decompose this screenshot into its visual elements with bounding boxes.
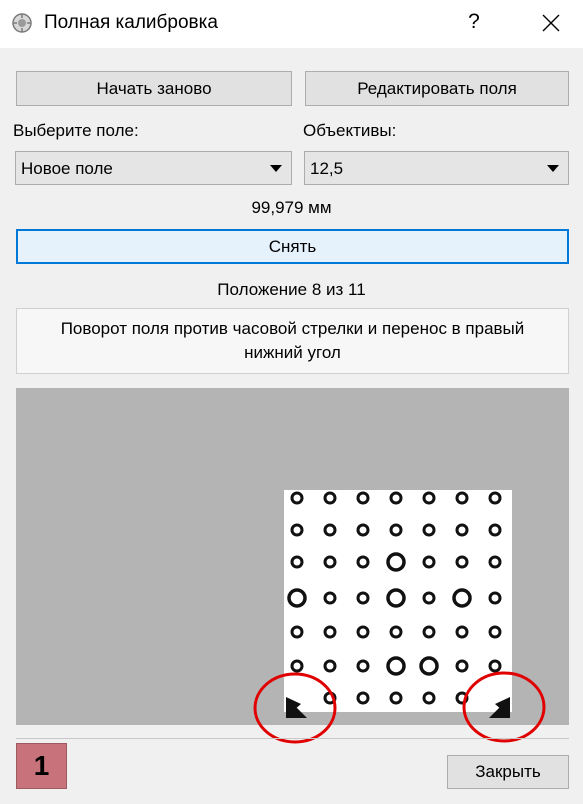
capture-button[interactable]: Снять [16,229,569,264]
instruction-text: Поворот поля против часовой стрелки и пе… [16,308,569,374]
help-button[interactable]: ? [462,10,486,34]
preview-canvas [284,490,512,718]
close-button[interactable]: Закрыть [447,755,569,789]
close-icon[interactable] [537,9,565,37]
field-select[interactable]: Новое поле [15,151,292,185]
restart-button[interactable]: Начать заново [16,71,292,106]
measurement-value: 99,979 мм [251,198,332,217]
camera-preview [16,388,569,725]
lens-select-value: 12,5 [310,159,344,178]
lens-select-label: Объективы: [303,121,397,140]
calibration-app-icon [12,13,32,33]
chevron-down-icon [547,165,559,172]
window-title: Полная калибровка [44,12,218,33]
field-select-label: Выберите поле: [13,121,139,140]
divider [16,738,569,739]
position-text: Положение 8 из 11 [217,280,366,299]
chevron-down-icon [270,165,282,172]
lens-select[interactable]: 12,5 [304,151,569,185]
title-bar: Полная калибровка ? [0,0,583,48]
field-select-value: Новое поле [21,159,113,178]
step-badge: 1 [16,743,67,789]
edit-fields-button[interactable]: Редактировать поля [305,71,569,106]
calibration-target [284,490,512,712]
